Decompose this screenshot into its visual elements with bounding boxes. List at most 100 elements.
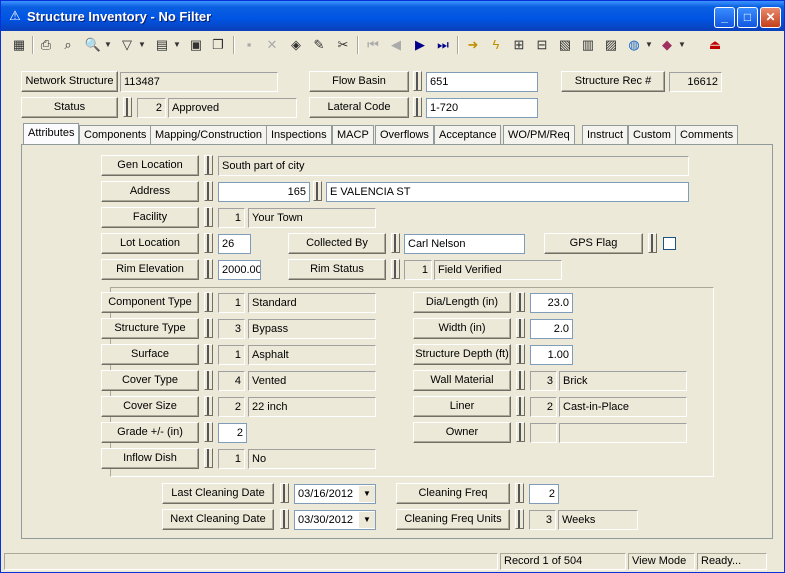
tab-macp[interactable]: MACP bbox=[332, 125, 374, 145]
lateral-code-button[interactable]: Lateral Code bbox=[309, 97, 409, 118]
print-icon[interactable]: ⎙ bbox=[36, 35, 56, 55]
last-record-icon[interactable]: ⏭ bbox=[433, 35, 453, 55]
collected-by-grip[interactable] bbox=[391, 233, 400, 253]
cover-type-grip[interactable] bbox=[204, 370, 213, 390]
surface-grip[interactable] bbox=[204, 344, 213, 364]
tab-wo-pm-req[interactable]: WO/PM/Req bbox=[503, 125, 575, 145]
minimize-button[interactable]: _ bbox=[714, 7, 735, 28]
lot-location-button[interactable]: Lot Location bbox=[101, 233, 199, 254]
chevron-down-icon[interactable]: ▼ bbox=[359, 512, 375, 528]
exit-icon[interactable]: ⏏ bbox=[705, 35, 725, 55]
street-grip[interactable] bbox=[313, 181, 322, 201]
dia-length-grip[interactable] bbox=[516, 292, 525, 312]
owner-grip[interactable] bbox=[516, 422, 525, 442]
cut-icon[interactable]: ✂ bbox=[333, 35, 353, 55]
address-grip[interactable] bbox=[204, 181, 213, 201]
structure-depth-grip[interactable] bbox=[516, 344, 525, 364]
dia-length-field[interactable]: 23.0 bbox=[530, 293, 573, 313]
gps-flag-grip[interactable] bbox=[648, 233, 657, 253]
collected-by-button[interactable]: Collected By bbox=[288, 233, 386, 254]
save-icon[interactable]: ▪ bbox=[239, 35, 259, 55]
edit-icon[interactable]: ✎ bbox=[309, 35, 329, 55]
collected-by-field[interactable]: Carl Nelson bbox=[404, 234, 525, 254]
filter-icon[interactable]: ▽ bbox=[117, 35, 137, 55]
status-grip[interactable] bbox=[123, 97, 132, 117]
wall-material-grip[interactable] bbox=[516, 370, 525, 390]
tree-icon[interactable]: ⊟ bbox=[532, 35, 552, 55]
width-grip[interactable] bbox=[516, 318, 525, 338]
gen-location-grip[interactable] bbox=[204, 155, 213, 175]
book-icon[interactable]: ◆ bbox=[657, 35, 677, 55]
tab-overflows[interactable]: Overflows bbox=[375, 125, 434, 145]
cleaning-freq-field[interactable]: 2 bbox=[529, 484, 559, 504]
tab-attributes[interactable]: Attributes bbox=[23, 123, 80, 146]
structure-type-grip[interactable] bbox=[204, 318, 213, 338]
properties-icon[interactable]: ▣ bbox=[186, 35, 206, 55]
facility-button[interactable]: Facility bbox=[101, 207, 199, 228]
rim-elevation-grip[interactable] bbox=[204, 259, 213, 279]
calculator-icon[interactable]: ▥ bbox=[578, 35, 598, 55]
lot-location-field[interactable]: 26 bbox=[218, 234, 251, 254]
lateral-code-grip[interactable] bbox=[413, 97, 422, 117]
address-number-field[interactable]: 165 bbox=[218, 182, 310, 202]
report-icon[interactable]: ▤ bbox=[152, 35, 172, 55]
book-dropdown-icon[interactable]: ▼ bbox=[678, 35, 686, 55]
gen-location-button[interactable]: Gen Location bbox=[101, 155, 199, 176]
cover-size-grip[interactable] bbox=[204, 396, 213, 416]
chart-icon[interactable]: ▧ bbox=[555, 35, 575, 55]
structure-type-button[interactable]: Structure Type bbox=[101, 318, 199, 339]
grid-icon[interactable]: ▦ bbox=[9, 35, 29, 55]
globe-icon[interactable]: ◍ bbox=[624, 35, 644, 55]
tab-mapping-construction[interactable]: Mapping/Construction bbox=[150, 125, 268, 145]
search-icon[interactable]: 🔍 bbox=[83, 35, 103, 55]
flow-basin-field[interactable]: 651 bbox=[426, 72, 538, 92]
cleaning-freq-grip[interactable] bbox=[515, 483, 524, 503]
copy-icon[interactable]: ❐ bbox=[208, 35, 228, 55]
grade-grip[interactable] bbox=[204, 422, 213, 442]
flow-basin-button[interactable]: Flow Basin bbox=[309, 71, 409, 92]
first-record-icon[interactable]: ⏮ bbox=[363, 35, 383, 55]
lightning-icon[interactable]: ϟ bbox=[486, 35, 506, 55]
report-dropdown-icon[interactable]: ▼ bbox=[173, 35, 181, 55]
cover-size-button[interactable]: Cover Size bbox=[101, 396, 199, 417]
rim-elevation-field[interactable]: 2000.00 bbox=[218, 260, 261, 280]
grade-field[interactable]: 2 bbox=[218, 423, 247, 443]
tab-comments[interactable]: Comments bbox=[675, 125, 739, 145]
rim-status-grip[interactable] bbox=[391, 259, 400, 279]
cover-type-button[interactable]: Cover Type bbox=[101, 370, 199, 391]
gps-flag-checkbox[interactable] bbox=[663, 237, 676, 250]
next-cleaning-date-grip[interactable] bbox=[280, 509, 289, 529]
tab-custom[interactable]: Custom bbox=[628, 125, 676, 145]
last-cleaning-date-grip[interactable] bbox=[280, 483, 289, 503]
rim-elevation-button[interactable]: Rim Elevation bbox=[101, 259, 199, 280]
component-type-button[interactable]: Component Type bbox=[101, 292, 199, 313]
print-preview-icon[interactable]: ⌕ bbox=[58, 35, 78, 55]
liner-button[interactable]: Liner bbox=[413, 396, 511, 417]
cleaning-freq-units-grip[interactable] bbox=[515, 509, 524, 529]
globe-dropdown-icon[interactable]: ▼ bbox=[645, 35, 653, 55]
flow-basin-grip[interactable] bbox=[413, 71, 422, 91]
owner-button[interactable]: Owner bbox=[413, 422, 511, 443]
inflow-dish-grip[interactable] bbox=[204, 448, 213, 468]
tab-acceptance[interactable]: Acceptance bbox=[434, 125, 502, 145]
cleaning-freq-units-button[interactable]: Cleaning Freq Units bbox=[396, 509, 510, 530]
map-icon[interactable]: ⊞ bbox=[509, 35, 529, 55]
lateral-code-field[interactable]: 1-720 bbox=[426, 98, 538, 118]
filter-dropdown-icon[interactable]: ▼ bbox=[138, 35, 146, 55]
next-record-icon[interactable]: ▶ bbox=[410, 35, 430, 55]
component-type-grip[interactable] bbox=[204, 292, 213, 312]
image-icon[interactable]: ▨ bbox=[601, 35, 621, 55]
facility-grip[interactable] bbox=[204, 207, 213, 227]
goto-icon[interactable]: ➜ bbox=[463, 35, 483, 55]
liner-grip[interactable] bbox=[516, 396, 525, 416]
search-dropdown-icon[interactable]: ▼ bbox=[104, 35, 112, 55]
address-button[interactable]: Address bbox=[101, 181, 199, 202]
tab-instruct[interactable]: Instruct bbox=[582, 125, 629, 145]
address-street-field[interactable]: E VALENCIA ST bbox=[326, 182, 689, 202]
close-button[interactable]: ✕ bbox=[760, 7, 781, 28]
wall-material-button[interactable]: Wall Material bbox=[413, 370, 511, 391]
maximize-button[interactable]: □ bbox=[737, 7, 758, 28]
delete-icon[interactable]: ✕ bbox=[262, 35, 282, 55]
surface-button[interactable]: Surface bbox=[101, 344, 199, 365]
rim-status-button[interactable]: Rim Status bbox=[288, 259, 386, 280]
